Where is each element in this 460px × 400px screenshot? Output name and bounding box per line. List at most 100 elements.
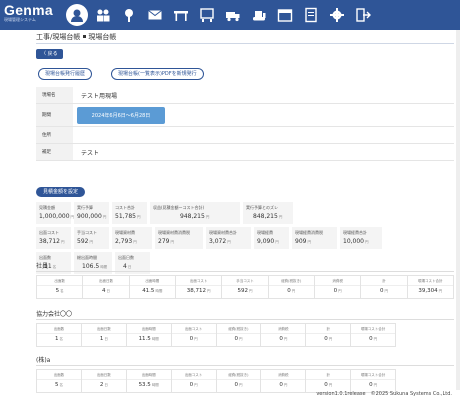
employees-table: 出面数 5名 出面日数 4日 出面時間 41.5時間 出面コスト 38,712円 手当コ… bbox=[36, 275, 454, 299]
note-value: テスト bbox=[81, 149, 100, 157]
expenses-card: 現場経費 9,090円 bbox=[254, 227, 289, 249]
card-title: 現場経費消費税 bbox=[295, 230, 323, 235]
app-header: Genma 現場管理システム bbox=[0, 0, 460, 30]
table-cell: 出面日数 2日 bbox=[81, 370, 127, 392]
table-cell: 計 0円 bbox=[306, 370, 352, 392]
materials-tax-card: 現場資材費消費税 279円 bbox=[155, 227, 203, 249]
mail-icon[interactable] bbox=[144, 4, 166, 26]
table-cell: 出面時間 53.5時間 bbox=[126, 370, 172, 392]
set-estimate-button[interactable]: 見積金額を設定 bbox=[36, 187, 86, 197]
exit-icon[interactable] bbox=[352, 4, 374, 26]
card-value: 948,215円 bbox=[180, 213, 210, 220]
breadcrumb-current: 現場台帳 bbox=[88, 33, 117, 41]
allowance-cost-card: 手当コスト 592円 bbox=[74, 227, 109, 249]
budget-diff-card: 実行予算とのズレ 848,215円 bbox=[243, 202, 293, 224]
table-cell: 出面数 1名 bbox=[37, 324, 82, 346]
section-title: (株)a bbox=[36, 357, 51, 364]
expenses-tax-card: 現場経費消費税 909円 bbox=[292, 227, 337, 249]
table-cell: 出面コスト 0円 bbox=[171, 370, 217, 392]
card-value: 592円 bbox=[77, 238, 93, 245]
expenses-total-card: 現場経費合計 10,000円 bbox=[340, 227, 382, 249]
table-cell: 消費税 0円 bbox=[261, 324, 307, 346]
table-cell: 手当コスト 592円 bbox=[222, 276, 269, 298]
scrollbar[interactable] bbox=[456, 30, 460, 390]
table-cell: 現場コスト合計 39,304円 bbox=[407, 276, 453, 298]
partner-table: 出面数 1名 出面日数 1日 出面時間 11.5時間 出面コスト 0円 経費(税抜き) 0… bbox=[36, 323, 396, 347]
attendance-cost-card: 出面コスト 38,712円 bbox=[36, 227, 71, 249]
table-cell: 経費(税抜き) 0円 bbox=[216, 370, 262, 392]
table-cell: 出面数 5名 bbox=[37, 276, 84, 298]
period-value[interactable]: 2024年6月6日〜6月28日 bbox=[77, 106, 165, 124]
gear-icon[interactable] bbox=[326, 4, 348, 26]
calendar-icon[interactable] bbox=[274, 4, 296, 26]
workers-icon[interactable] bbox=[92, 4, 114, 26]
trestle-icon[interactable] bbox=[170, 4, 192, 26]
main-nav bbox=[66, 4, 374, 26]
table-cell: 消費税 0円 bbox=[261, 370, 307, 392]
period-label: 期間 bbox=[36, 104, 73, 126]
card-title: 出面コスト bbox=[39, 230, 59, 235]
divider bbox=[36, 43, 454, 44]
divider bbox=[36, 365, 454, 366]
table-cell: 現場コスト合計 0円 bbox=[351, 370, 395, 392]
note-row: 補足 テスト bbox=[36, 144, 454, 161]
breadcrumb: 工事/現場台帳 現場台帳 bbox=[36, 32, 116, 42]
materials-card: 現場資材費 2,793円 bbox=[112, 227, 152, 249]
location-pin-icon[interactable] bbox=[118, 4, 140, 26]
table-cell: 現場コスト合計 0円 bbox=[351, 324, 395, 346]
site-info-form: 現場名 テスト用現場 期間 2024年6月6日〜6月28日 住所 補足 テスト bbox=[36, 87, 454, 161]
breadcrumb-parent[interactable]: 工事/現場台帳 bbox=[36, 33, 80, 41]
address-row: 住所 bbox=[36, 127, 454, 144]
issue-history-button[interactable]: 現場台帳発行履歴 bbox=[38, 68, 93, 80]
table-cell: 計 0円 bbox=[306, 324, 352, 346]
card-value: 2,793円 bbox=[115, 238, 137, 245]
budget-card: 実行予算 900,000円 bbox=[74, 202, 109, 224]
card-title: 現場経費 bbox=[257, 230, 273, 235]
note-label: 補足 bbox=[36, 144, 73, 160]
card-value: 848,215円 bbox=[253, 213, 283, 220]
table-cell: 経費(税抜き) 0円 bbox=[268, 276, 315, 298]
helmet-icon[interactable] bbox=[66, 4, 88, 26]
card-title: 出面日数 bbox=[118, 255, 134, 260]
divider bbox=[36, 271, 454, 272]
card-title: 現場資材費 bbox=[115, 230, 135, 235]
card-title: 見積金額 bbox=[39, 205, 55, 210]
site-board-icon[interactable] bbox=[196, 4, 218, 26]
table-cell: 出面時間 41.5時間 bbox=[129, 276, 176, 298]
card-title: 手当コスト bbox=[77, 230, 97, 235]
card-value: 1,000,000円 bbox=[39, 213, 75, 220]
estimate-card: 見積金額 1,000,000円 bbox=[36, 202, 75, 224]
site-name-label: 現場名 bbox=[36, 87, 73, 103]
app-logo[interactable]: Genma 現場管理システム bbox=[4, 3, 53, 23]
table-cell: 消費税 0円 bbox=[314, 276, 362, 298]
section-title: 社員 bbox=[36, 263, 49, 270]
site-name-value: テスト用現場 bbox=[81, 92, 118, 100]
materials-total-card: 現場資材費合計 3,072円 bbox=[206, 227, 251, 249]
document-icon[interactable] bbox=[300, 4, 322, 26]
divider bbox=[36, 319, 454, 320]
card-value: 3,072円 bbox=[209, 238, 231, 245]
new-pdf-button[interactable]: 現場台帳(一覧表示)PDFを新規発行 bbox=[111, 68, 204, 80]
card-title: 現場経費合計 bbox=[343, 230, 367, 235]
table-cell: 出面日数 4日 bbox=[83, 276, 130, 298]
card-title: 現場資材費合計 bbox=[209, 230, 237, 235]
cost-total-card: コスト合計 51,785円 bbox=[112, 202, 147, 224]
table-cell: 出面数 5名 bbox=[37, 370, 82, 392]
card-value: 10,000円 bbox=[343, 238, 369, 245]
truck-icon[interactable] bbox=[222, 4, 244, 26]
card-value: 9,090円 bbox=[257, 238, 279, 245]
main-content: 工事/現場台帳 現場台帳 〈 戻る 現場台帳発行履歴 現場台帳(一覧表示)PDFを… bbox=[30, 30, 460, 393]
card-value: 4日 bbox=[123, 263, 132, 270]
bulldozer-icon[interactable] bbox=[248, 4, 270, 26]
card-title: 実行予算 bbox=[77, 205, 93, 210]
card-title: 収益(見積金額ーコスト合計) bbox=[153, 205, 205, 210]
card-title: 実行予算とのズレ bbox=[246, 205, 278, 210]
address-label: 住所 bbox=[36, 127, 73, 143]
table-cell: 出面日数 1日 bbox=[81, 324, 127, 346]
back-button[interactable]: 〈 戻る bbox=[36, 49, 63, 59]
card-value: 106.5時間 bbox=[82, 263, 108, 270]
card-value: 279円 bbox=[158, 238, 174, 245]
card-title: 現場資材費消費税 bbox=[158, 230, 190, 235]
table-cell: 出面時間 11.5時間 bbox=[126, 324, 172, 346]
card-title: コスト合計 bbox=[115, 205, 135, 210]
